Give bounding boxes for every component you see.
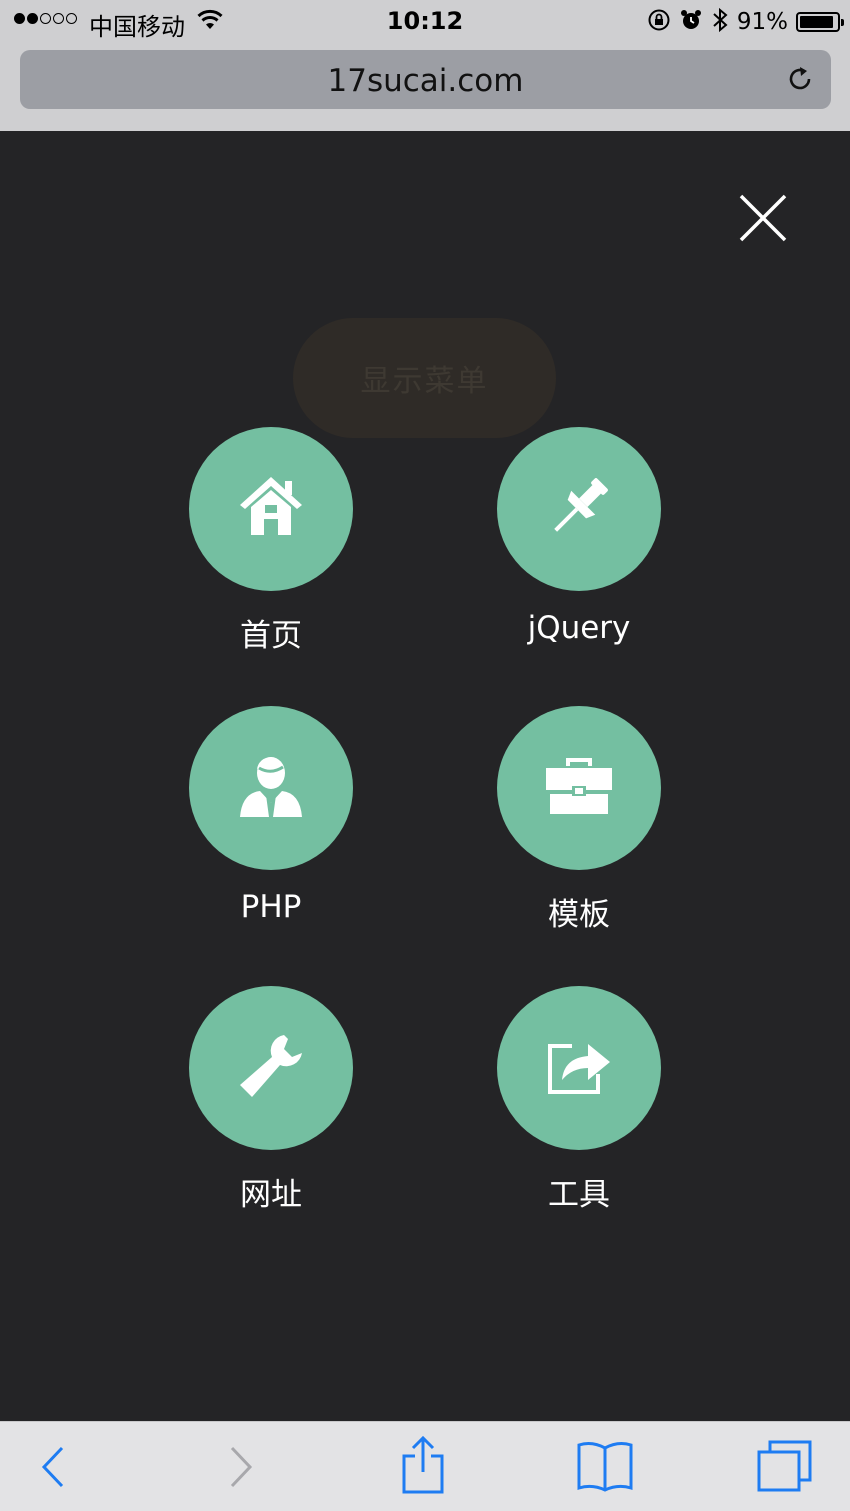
briefcase-icon xyxy=(544,756,614,820)
menu-label: 网址 xyxy=(240,1177,302,1213)
menu-item-php[interactable]: PHP xyxy=(171,706,371,946)
menu-circle[interactable] xyxy=(497,986,661,1150)
rotation-lock-icon xyxy=(647,8,671,36)
browser-toolbar xyxy=(0,1421,850,1511)
status-right: 91% xyxy=(647,7,844,37)
menu-label: 工具 xyxy=(548,1177,610,1213)
user-icon xyxy=(238,753,304,823)
menu-label: 首页 xyxy=(240,618,302,654)
bluetooth-icon xyxy=(711,7,729,37)
url-text[interactable]: 17sucai.com xyxy=(20,63,831,99)
share-icon[interactable] xyxy=(400,1434,446,1500)
show-menu-button[interactable]: 显示菜单 xyxy=(293,318,556,438)
menu-label: PHP xyxy=(240,889,302,925)
pushpin-icon xyxy=(544,472,614,546)
bookmarks-icon[interactable] xyxy=(576,1440,634,1496)
menu-item-sites[interactable]: 网址 xyxy=(171,986,371,1226)
menu-item-template[interactable]: 模板 xyxy=(479,706,679,946)
menu-label: jQuery xyxy=(527,610,631,646)
menu-circle[interactable] xyxy=(497,706,661,870)
menu-circle[interactable] xyxy=(189,706,353,870)
menu-item-home[interactable]: 首页 xyxy=(171,427,371,667)
menu-circle[interactable] xyxy=(497,427,661,591)
show-menu-label: 显示菜单 xyxy=(360,364,489,399)
forward-icon[interactable] xyxy=(226,1444,258,1494)
browser-chrome: 中国移动 10:12 91% 17sucai.com xyxy=(0,0,850,131)
address-bar[interactable]: 17sucai.com xyxy=(20,50,831,109)
status-bar: 中国移动 10:12 91% xyxy=(0,0,850,42)
menu-circle[interactable] xyxy=(189,427,353,591)
close-icon[interactable] xyxy=(737,192,789,244)
menu-item-tools[interactable]: 工具 xyxy=(479,986,679,1226)
share-icon xyxy=(544,1034,614,1102)
home-icon xyxy=(238,475,304,543)
menu-item-jquery[interactable]: jQuery xyxy=(479,427,679,667)
battery-icon xyxy=(796,12,844,32)
menu-circle[interactable] xyxy=(189,986,353,1150)
back-icon[interactable] xyxy=(36,1444,68,1494)
wrench-icon xyxy=(236,1031,306,1105)
reload-icon[interactable] xyxy=(785,64,815,98)
tabs-icon[interactable] xyxy=(754,1438,814,1498)
menu-label: 模板 xyxy=(548,897,610,933)
alarm-icon xyxy=(679,8,703,36)
battery-percent: 91% xyxy=(736,9,788,35)
